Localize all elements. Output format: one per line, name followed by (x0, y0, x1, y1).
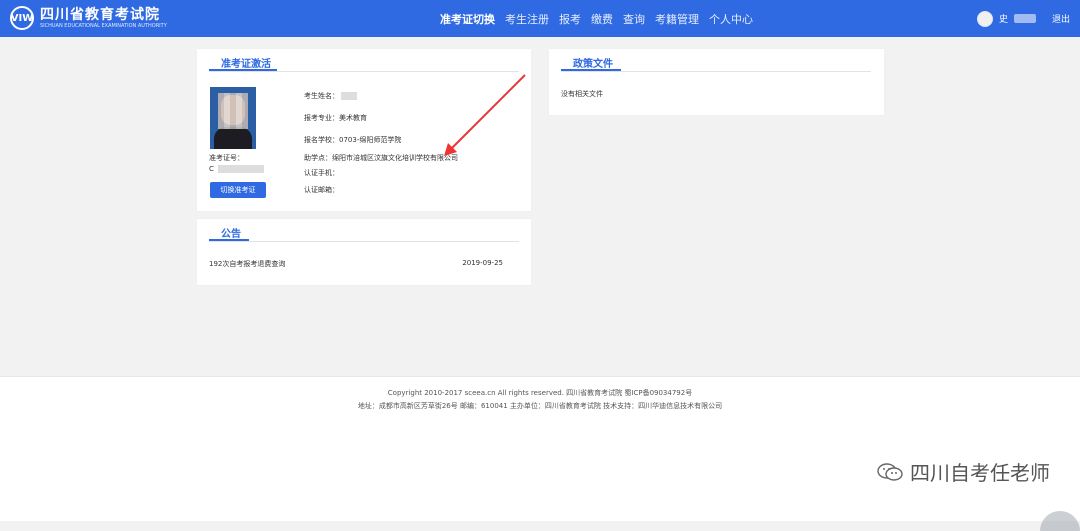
logo-icon: VIW (10, 6, 34, 30)
policy-divider (561, 71, 871, 72)
admission-divider (209, 71, 519, 72)
nav-item-apply[interactable]: 报考 (559, 11, 581, 27)
main-nav: 准考证切换 考生注册 报考 缴费 查询 考籍管理 个人中心 (440, 0, 753, 37)
nav-item-ticket-switch[interactable]: 准考证切换 (440, 11, 495, 27)
candidate-school: 报名学校：0703-绵阳师范学院 (304, 136, 402, 144)
announcement-card: 公告 192次自考报考退费查询 2019-09-25 (197, 219, 531, 285)
watermark: 四川自考任老师 (876, 457, 1050, 486)
nav-item-query[interactable]: 查询 (623, 11, 645, 27)
announcement-item[interactable]: 192次自考报考退费查询 2019-09-25 (209, 259, 503, 269)
user-area: 史 退出 (976, 0, 1070, 37)
main-content: 准考证激活 准考证号： C 切换准考证 考生姓名： 报考专业：美术教育 报名学校… (0, 37, 1080, 376)
admission-card: 准考证激活 准考证号： C 切换准考证 考生姓名： 报考专业：美术教育 报名学校… (197, 49, 531, 211)
nav-item-personal-center[interactable]: 个人中心 (709, 11, 753, 27)
user-initial: 史 (998, 15, 1008, 25)
corner-floating-button[interactable] (1040, 511, 1080, 531)
footer-address: 地址：成都市高新区芳草街26号 邮编：610041 主办单位：四川省教育考试院 … (357, 402, 723, 410)
ticket-number-label: 准考证号： (209, 154, 244, 162)
candidate-phone: 认证手机： (304, 169, 339, 177)
policy-card: 政策文件 没有相关文件 (549, 49, 884, 115)
logout-link[interactable]: 退出 (1052, 12, 1070, 25)
avatar[interactable] (976, 10, 993, 27)
policy-card-title: 政策文件 (573, 59, 613, 70)
announcement-divider (209, 241, 519, 242)
candidate-major: 报考专业：美术教育 (304, 114, 367, 122)
announcement-item-text[interactable]: 192次自考报考退费查询 (209, 260, 285, 268)
admission-card-title: 准考证激活 (221, 59, 271, 70)
top-nav-bar: VIW 四川省教育考试院 SICHUAN EDUCATIONAL EXAMINA… (0, 0, 1080, 37)
nav-item-registration[interactable]: 考生注册 (505, 11, 549, 27)
nav-item-payment[interactable]: 缴费 (591, 11, 613, 27)
logo-subtitle: SICHUAN EDUCATIONAL EXAMINATION AUTHORIT… (40, 22, 167, 29)
switch-ticket-button[interactable]: 切换准考证 (210, 182, 266, 198)
watermark-text: 四川自考任老师 (910, 461, 1050, 485)
site-logo[interactable]: VIW 四川省教育考试院 SICHUAN EDUCATIONAL EXAMINA… (10, 6, 167, 30)
logo-title: 四川省教育考试院 (40, 6, 160, 23)
announcement-item-date: 2019-09-25 (462, 259, 503, 267)
wechat-icon (876, 461, 904, 483)
candidate-name: 考生姓名： (304, 91, 358, 101)
footer: Copyright 2010-2017 sceea.cn All rights … (0, 376, 1080, 531)
candidate-email: 认证邮箱： (304, 186, 339, 194)
policy-empty-text: 没有相关文件 (561, 90, 603, 98)
footer-copyright: Copyright 2010-2017 sceea.cn All rights … (387, 389, 693, 397)
candidate-photo (210, 87, 256, 149)
user-name-masked (1013, 14, 1036, 23)
candidate-assist-point: 助学点：绵阳市涪城区汶旗文化培训学校有限公司 (304, 154, 458, 162)
nav-item-record-management[interactable]: 考籍管理 (655, 11, 699, 27)
announcement-title: 公告 (221, 229, 241, 240)
ticket-number-value: C (209, 165, 265, 173)
